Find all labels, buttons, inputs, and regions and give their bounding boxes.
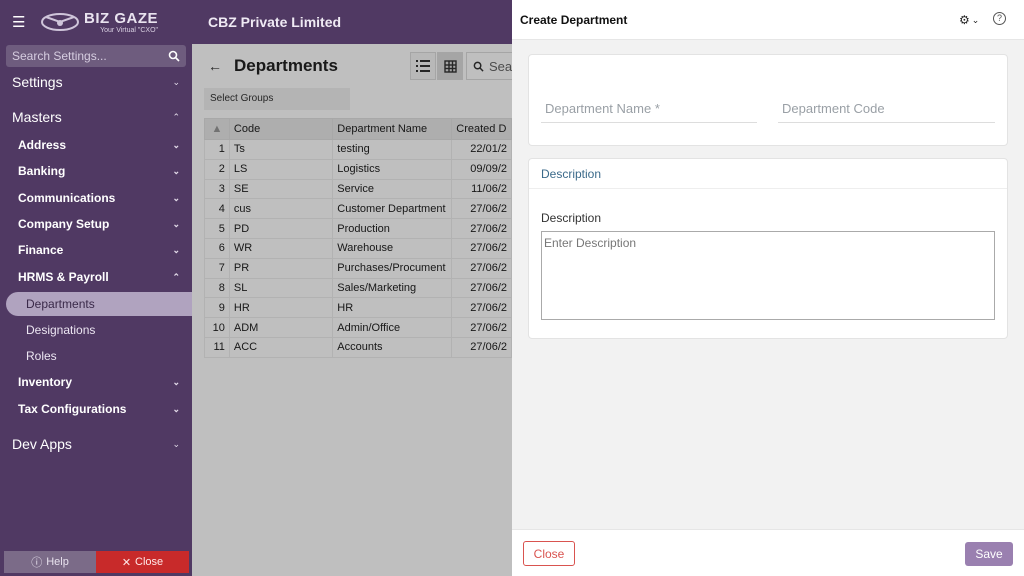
modal-backdrop[interactable]: [192, 44, 512, 576]
description-textarea[interactable]: [541, 231, 995, 320]
sidebar-footer: ⓘ Help ✕ Close: [4, 551, 189, 573]
nav-label: Banking: [18, 164, 66, 178]
nav-dev-apps-label: Dev Apps: [12, 436, 72, 452]
nav-inventory[interactable]: Inventory ⌄: [0, 372, 192, 392]
description-card: Description Description: [528, 158, 1008, 339]
nav-label: Address: [18, 138, 67, 152]
panel-header: Create Department ⚙ ⌄ ?: [512, 0, 1024, 40]
close-icon: ✕: [121, 556, 132, 569]
chevron-down-icon: ⌄: [172, 192, 180, 203]
nav-label: Tax Configurations: [18, 402, 127, 416]
bizgaze-logo-icon: [41, 13, 79, 31]
department-name-input[interactable]: [541, 95, 757, 122]
nav-settings-label: Settings: [12, 74, 63, 90]
panel-title: Create Department: [520, 13, 628, 27]
logo-name: BIZ GAZE: [84, 9, 158, 27]
hamburger-menu-icon[interactable]: ☰: [12, 13, 26, 31]
department-code-input[interactable]: [778, 95, 995, 122]
nav-company-setup[interactable]: Company Setup ⌄: [0, 214, 192, 234]
nav-label: Communications: [18, 191, 116, 205]
chevron-up-icon: ⌃: [172, 271, 180, 282]
nav-settings[interactable]: Settings ⌄: [0, 71, 192, 93]
help-button[interactable]: ⓘ Help: [4, 551, 96, 573]
nav-masters[interactable]: Masters ⌃: [0, 106, 192, 128]
nav-hrms-payroll[interactable]: HRMS & Payroll ⌃: [0, 267, 192, 287]
nav-finance[interactable]: Finance ⌄: [0, 240, 192, 260]
nav-label: Roles: [26, 349, 57, 363]
chevron-down-icon: ⌄: [172, 376, 180, 387]
search-icon[interactable]: [168, 50, 180, 62]
nav-label: Designations: [26, 323, 96, 337]
logo-text: BIZ GAZE Your Virtual "CXO": [84, 11, 158, 34]
sidebar-item-roles[interactable]: Roles: [0, 346, 192, 366]
chevron-up-icon: ⌃: [172, 111, 180, 122]
chevron-down-icon: ⌄: [172, 165, 180, 176]
nav-communications[interactable]: Communications ⌄: [0, 188, 192, 208]
chevron-down-icon: ⌄: [172, 438, 180, 449]
sidebar-item-departments[interactable]: Departments: [6, 292, 192, 316]
sidebar-close-button[interactable]: ✕ Close: [96, 551, 189, 573]
department-fields-card: [528, 54, 1008, 146]
chevron-down-icon: ⌄: [172, 403, 180, 414]
gear-icon: ⚙: [959, 13, 970, 27]
close-button[interactable]: Close: [523, 541, 575, 566]
sidebar: ☰ BIZ GAZE Your Virtual "CXO" Settings ⌄…: [0, 0, 192, 576]
nav-tax-configurations[interactable]: Tax Configurations ⌄: [0, 399, 192, 419]
nav-label: HRMS & Payroll: [18, 270, 109, 284]
nav-label: Departments: [26, 297, 95, 311]
nav-label: Inventory: [18, 375, 73, 389]
chevron-down-icon: ⌄: [172, 218, 180, 229]
chevron-down-icon: ⌄: [172, 244, 180, 255]
help-icon[interactable]: ?: [993, 12, 1006, 25]
help-label: Help: [46, 556, 69, 568]
chevron-down-icon: ⌄: [172, 139, 180, 150]
description-label: Description: [541, 211, 602, 225]
nav-address[interactable]: Address ⌄: [0, 135, 192, 155]
department-code-field: [778, 95, 995, 123]
company-name: CBZ Private Limited: [208, 14, 342, 30]
nav-banking[interactable]: Banking ⌄: [0, 161, 192, 181]
chevron-down-icon: ⌄: [971, 14, 980, 25]
nav-label: Finance: [18, 243, 64, 257]
brand-bar: ☰ BIZ GAZE Your Virtual "CXO": [0, 0, 192, 44]
nav-masters-label: Masters: [12, 109, 62, 125]
nav-dev-apps[interactable]: Dev Apps ⌄: [0, 433, 192, 455]
nav-label: Company Setup: [18, 217, 110, 231]
logo-tagline: Your Virtual "CXO": [100, 26, 158, 34]
description-section-title: Description: [529, 159, 1007, 189]
settings-search-input[interactable]: [12, 49, 168, 63]
sidebar-close-label: Close: [135, 556, 164, 568]
question-circle-icon: ⓘ: [31, 557, 43, 569]
sidebar-item-designations[interactable]: Designations: [0, 320, 192, 340]
panel-footer: Close Save: [512, 529, 1024, 576]
settings-search-box: [6, 45, 186, 67]
settings-menu-button[interactable]: ⚙ ⌄: [959, 13, 979, 27]
department-name-field: [541, 95, 757, 123]
create-department-panel: Create Department ⚙ ⌄ ? Description Desc…: [512, 0, 1024, 576]
chevron-down-icon: ⌄: [172, 76, 180, 87]
save-button[interactable]: Save: [965, 542, 1013, 566]
